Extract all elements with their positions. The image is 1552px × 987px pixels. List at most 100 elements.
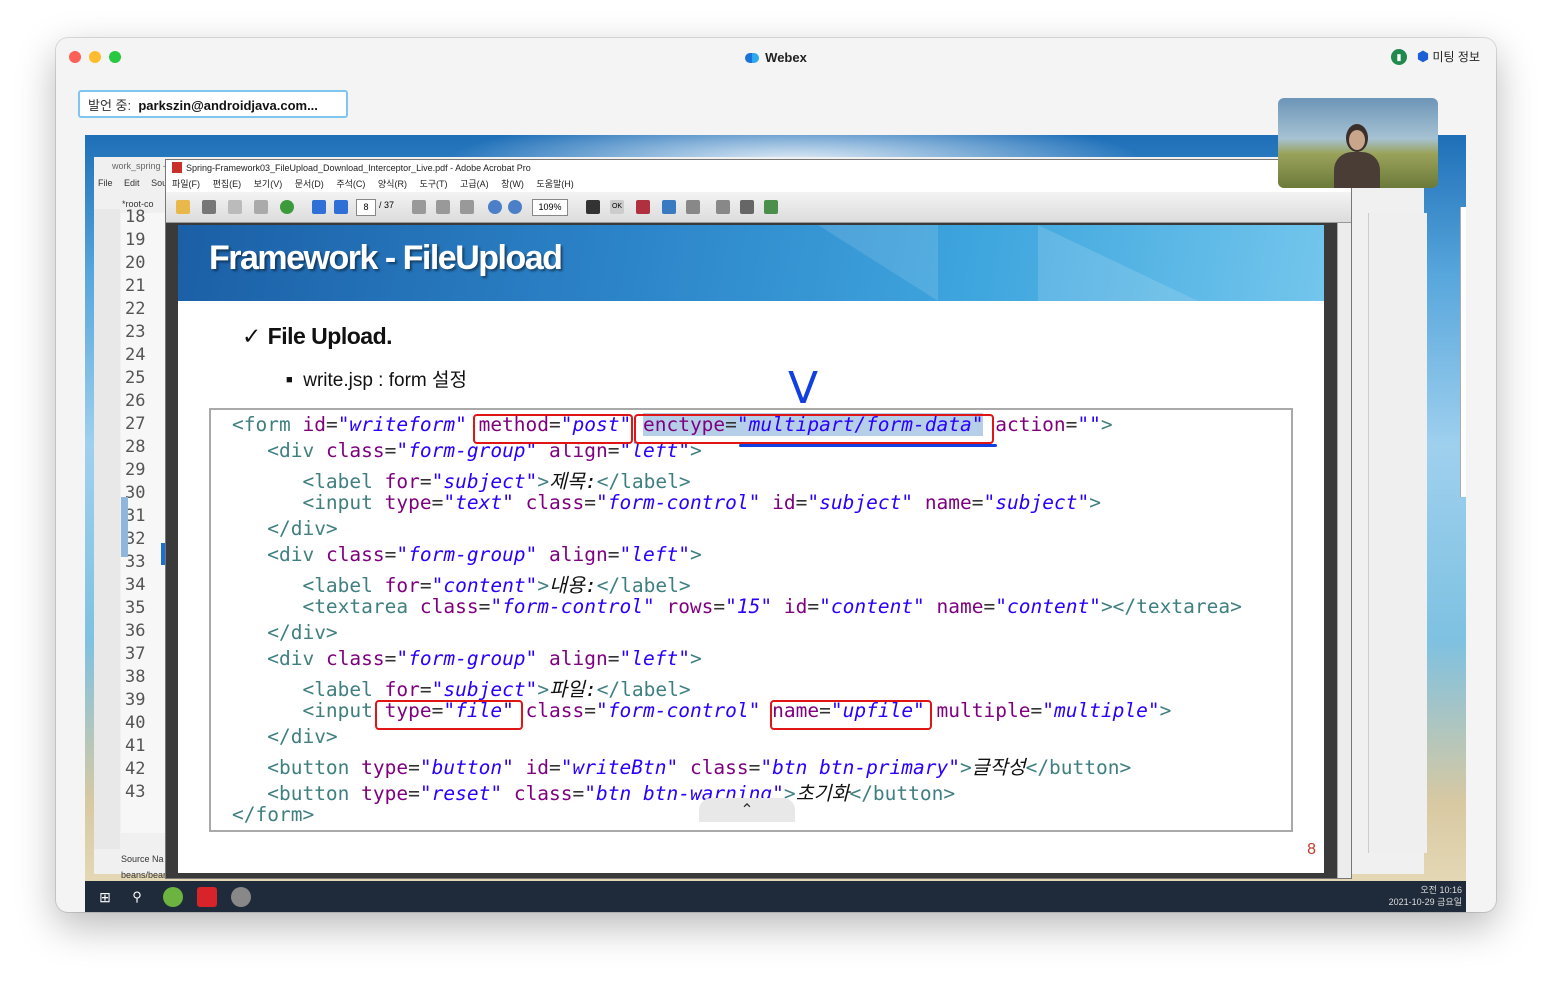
- expand-controls-button[interactable]: ⌃: [699, 798, 795, 822]
- pdf-page: Framework - FileUpload ✓ File Upload. ■ …: [178, 225, 1324, 873]
- menu-help[interactable]: 도움말(H): [536, 179, 573, 189]
- zoom-out-icon[interactable]: [488, 200, 502, 214]
- line-number: 38: [125, 667, 146, 687]
- tab-namespaces[interactable]: Na: [152, 854, 164, 864]
- banner-decoration: [1038, 225, 1198, 301]
- crop-icon[interactable]: [662, 200, 676, 214]
- code-line: </div>: [267, 517, 338, 540]
- line-number: 24: [125, 345, 146, 365]
- speaker-name: parkszin@androidjava.com...: [138, 98, 318, 113]
- menu-document[interactable]: 문서(D): [295, 179, 324, 189]
- line-number: 33: [125, 552, 146, 572]
- ok-button[interactable]: OK: [610, 200, 624, 214]
- vertical-scrollbar[interactable]: [1337, 223, 1351, 878]
- acrobat-title: Spring-Framework03_FileUpload_Download_I…: [166, 160, 1351, 177]
- line-number: 43: [125, 782, 146, 802]
- stamp-icon[interactable]: [686, 200, 700, 214]
- code-line: <button type="reset" class="btn btn-warn…: [267, 782, 956, 805]
- print-icon[interactable]: [202, 200, 216, 214]
- windows-taskbar: ⊞ ⚲ 오전 10:16 2021-10-29 금요일: [85, 881, 1466, 912]
- code-line: <div class="form-group" align="left">: [267, 647, 702, 670]
- save-icon[interactable]: [228, 200, 242, 214]
- prev-page-icon[interactable]: [312, 200, 326, 214]
- shared-screen: work_spring - File Edit Sour *root-co 18…: [85, 135, 1466, 912]
- line-number: 37: [125, 644, 146, 664]
- share-icon[interactable]: [280, 200, 294, 214]
- eclipse-menu-edit[interactable]: Edit: [124, 178, 140, 188]
- system-clock[interactable]: 오전 10:16 2021-10-29 금요일: [1389, 884, 1462, 908]
- window-title-text: Webex: [765, 50, 807, 65]
- sign-icon[interactable]: [764, 200, 778, 214]
- clock-date: 2021-10-29 금요일: [1388, 897, 1462, 907]
- participant-video[interactable]: [1278, 98, 1438, 188]
- line-number: 29: [125, 460, 146, 480]
- line-number: 20: [125, 253, 146, 273]
- menu-forms[interactable]: 양식(R): [378, 179, 407, 189]
- pointer-icon[interactable]: [586, 200, 600, 214]
- app-taskbar-icon[interactable]: [231, 887, 251, 907]
- attach-icon[interactable]: [636, 200, 650, 214]
- line-number: 26: [125, 391, 146, 411]
- line-number: 39: [125, 690, 146, 710]
- zoom-in-icon[interactable]: [508, 200, 522, 214]
- page-number-input[interactable]: 8: [356, 199, 376, 216]
- menu-tools[interactable]: 도구(T): [419, 179, 447, 189]
- total-pages: / 37: [379, 200, 395, 210]
- next-page-icon[interactable]: [334, 200, 348, 214]
- line-number: 23: [125, 322, 146, 342]
- gutter-selection-marker: [121, 497, 128, 557]
- line-number: 36: [125, 621, 146, 641]
- zoom-input[interactable]: 109%: [532, 199, 568, 216]
- code-line: <label for="subject">파일:</label>: [302, 678, 691, 701]
- highlight-method: [473, 414, 633, 444]
- line-number: 22: [125, 299, 146, 319]
- connection-signal-icon[interactable]: ▮: [1390, 48, 1407, 65]
- slide-title: Framework - FileUpload: [209, 239, 563, 277]
- email-icon[interactable]: [254, 200, 268, 214]
- menu-file[interactable]: 파일(F): [172, 179, 200, 189]
- select-tool-icon[interactable]: [412, 200, 426, 214]
- slide-banner: Framework - FileUpload: [178, 225, 1324, 301]
- tab-source[interactable]: Source: [121, 854, 150, 864]
- window-titlebar: Webex ▮ ⬢ 미팅 정보: [56, 38, 1496, 76]
- window-title: Webex: [56, 50, 1496, 65]
- code-line: <input type="file" class="form-control" …: [302, 699, 1172, 722]
- hand-tool-icon[interactable]: [436, 200, 450, 214]
- clock-time: 오전 10:16: [1420, 885, 1462, 895]
- line-number: 19: [125, 230, 146, 250]
- spring-tool-icon[interactable]: [163, 887, 183, 907]
- line-number: 42: [125, 759, 146, 779]
- eclipse-menu-file[interactable]: File: [98, 178, 113, 188]
- menu-window[interactable]: 창(W): [501, 179, 524, 189]
- pen-annotation-underline: [739, 444, 997, 447]
- top-right-controls: ▮ ⬢ 미팅 정보: [1390, 48, 1480, 65]
- snapshot-icon[interactable]: [740, 200, 754, 214]
- webex-logo-icon: [745, 53, 760, 63]
- line-number: 34: [125, 575, 146, 595]
- menu-view[interactable]: 보기(V): [254, 179, 283, 189]
- annotation-toolstrip[interactable]: [1460, 207, 1466, 497]
- bullet-level1-text: File Upload.: [267, 323, 393, 349]
- meeting-info-button[interactable]: ⬢ 미팅 정보: [1417, 48, 1480, 65]
- menu-edit[interactable]: 편집(E): [213, 179, 242, 189]
- zoom-tool-icon[interactable]: [460, 200, 474, 214]
- code-line: <textarea class="form-control" rows="15"…: [302, 595, 1242, 618]
- line-number: 32: [125, 529, 146, 549]
- speaking-label: 발언 중:: [88, 98, 132, 113]
- eclipse-right-panel: [1368, 213, 1427, 853]
- acrobat-menu: 파일(F) 편집(E) 보기(V) 문서(D) 주석(C) 양식(R) 도구(T…: [166, 177, 1351, 192]
- acrobat-taskbar-icon[interactable]: [197, 887, 217, 907]
- menu-comments[interactable]: 주석(C): [336, 179, 365, 189]
- acrobat-window: Spring-Framework03_FileUpload_Download_I…: [165, 159, 1352, 879]
- menu-advanced[interactable]: 고급(A): [460, 179, 489, 189]
- code-block: <form id="writeform" method="post" encty…: [209, 408, 1293, 832]
- participant-silhouette: [1332, 122, 1382, 188]
- document-viewport: Framework - FileUpload ✓ File Upload. ■ …: [166, 223, 1337, 878]
- open-folder-icon[interactable]: [176, 200, 190, 214]
- banner-decoration: [818, 225, 938, 301]
- form-icon[interactable]: [716, 200, 730, 214]
- line-number: 18: [125, 207, 146, 227]
- pen-annotation-v: V: [788, 363, 819, 414]
- search-icon[interactable]: ⚲: [127, 887, 147, 907]
- windows-start-icon[interactable]: ⊞: [95, 887, 115, 907]
